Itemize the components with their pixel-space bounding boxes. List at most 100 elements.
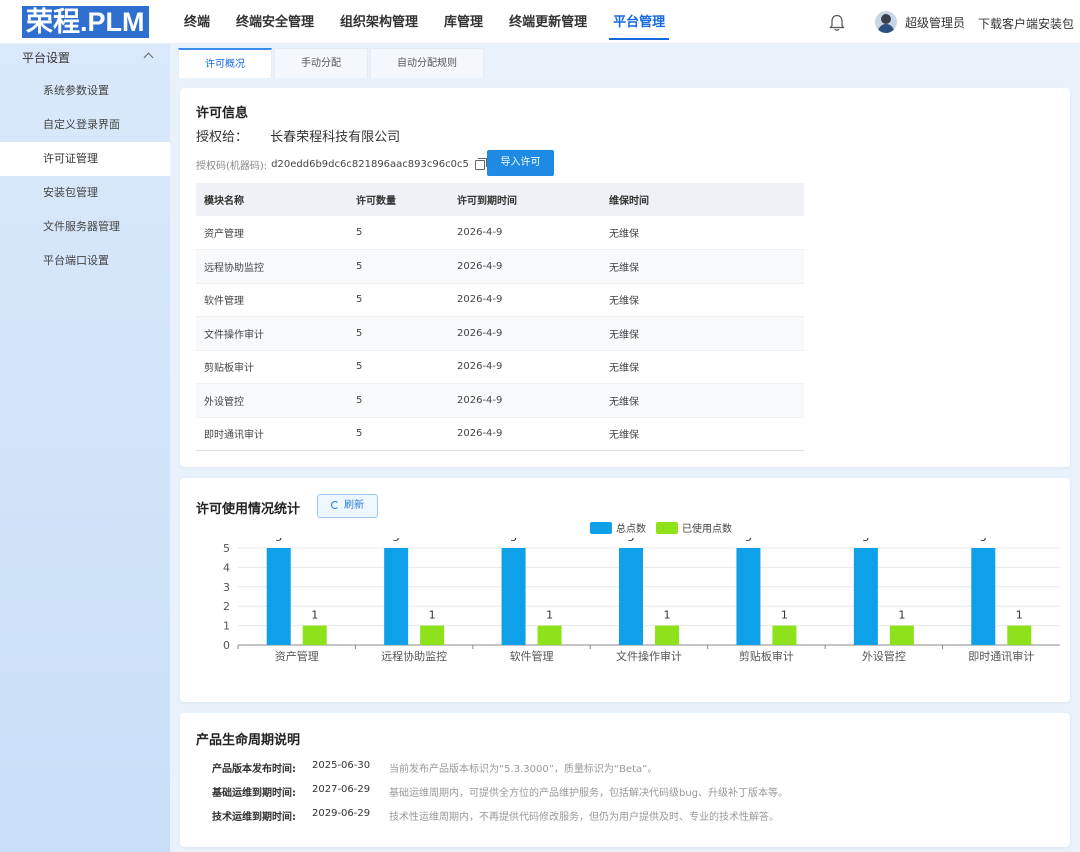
import-license-button[interactable]: 导入许可 bbox=[487, 150, 554, 176]
license-count-cell: 5 bbox=[348, 350, 449, 384]
maintenance-cell: 无维保 bbox=[601, 216, 804, 250]
nav-item-terminal-update[interactable]: 终端更新管理 bbox=[497, 0, 599, 44]
bar bbox=[736, 548, 761, 645]
bar bbox=[384, 548, 409, 645]
sidebar-group-platform-settings[interactable]: 平台设置 bbox=[0, 44, 170, 72]
bar bbox=[302, 625, 327, 645]
tab-license-overview[interactable]: 许可概况 bbox=[178, 48, 272, 78]
nav-item-terminal[interactable]: 终端 bbox=[172, 0, 222, 44]
bar-value-label: 5 bbox=[628, 538, 635, 544]
maintenance-cell: 无维保 bbox=[601, 316, 804, 351]
lifecycle-key: 基础运维到期时间: bbox=[212, 788, 296, 799]
bar bbox=[266, 548, 291, 645]
app-logo[interactable]: 荣程.PLM bbox=[22, 6, 149, 38]
tab-manual-assign[interactable]: 手动分配 bbox=[274, 48, 368, 78]
tab-auto-assign-rules[interactable]: 自动分配规则 bbox=[370, 48, 484, 78]
authorized-to-value: 长春荣程科技有限公司 bbox=[270, 130, 401, 145]
expiry-date-cell: 2026-4-9 bbox=[449, 417, 601, 451]
bar-value-label: 1 bbox=[898, 609, 905, 622]
bell-icon[interactable] bbox=[829, 14, 845, 32]
y-tick-label: 0 bbox=[223, 639, 230, 652]
copy-icon[interactable] bbox=[474, 157, 487, 170]
bar-value-label: 5 bbox=[745, 538, 752, 544]
legend-item[interactable]: 已使用点数 bbox=[656, 520, 732, 535]
bar-value-label: 5 bbox=[980, 538, 987, 544]
bar bbox=[971, 548, 996, 645]
nav-item-terminal-security[interactable]: 终端安全管理 bbox=[224, 0, 326, 44]
bar bbox=[772, 625, 797, 645]
bar-value-label: 5 bbox=[510, 538, 517, 544]
y-tick-label: 1 bbox=[223, 620, 230, 633]
bar bbox=[655, 625, 679, 645]
bar-value-label: 5 bbox=[862, 538, 869, 544]
bar-value-label: 1 bbox=[311, 609, 318, 622]
maintenance-cell: 无维保 bbox=[601, 283, 804, 317]
lifecycle-row: 技术运维到期时间: 2029-06-29 技术性运维周期内，不再提供代码修改服务… bbox=[212, 808, 779, 823]
refresh-button[interactable]: 刷新 bbox=[317, 494, 378, 518]
lifecycle-key: 技术运维到期时间: bbox=[212, 812, 296, 823]
bar-value-label: 1 bbox=[664, 609, 671, 622]
column-header: 许可到期时间 bbox=[449, 183, 601, 216]
legend-label: 已使用点数 bbox=[682, 524, 732, 535]
x-category-label: 文件操作审计 bbox=[616, 649, 682, 663]
chevron-up-icon bbox=[143, 52, 154, 63]
refresh-icon bbox=[331, 501, 339, 509]
lifecycle-text: 技术性运维周期内，不再提供代码修改服务，但仍为用户提供及时、专业的技术性解答。 bbox=[389, 812, 779, 823]
main-nav: 终端 终端安全管理 组织架构管理 库管理 终端更新管理 平台管理 bbox=[172, 0, 679, 44]
expiry-date-cell: 2026-4-9 bbox=[449, 383, 601, 418]
module-name-cell: 外设管控 bbox=[196, 383, 348, 418]
maintenance-cell: 无维保 bbox=[601, 249, 804, 284]
y-tick-label: 2 bbox=[223, 600, 230, 613]
lifecycle-date: 2027-06-29 bbox=[312, 784, 371, 795]
sidebar-group-label: 平台设置 bbox=[22, 51, 71, 65]
sidebar-item-custom-login[interactable]: 自定义登录界面 bbox=[0, 108, 170, 142]
module-name-cell: 剪贴板审计 bbox=[196, 350, 348, 384]
bar bbox=[1007, 625, 1032, 645]
legend-label: 总点数 bbox=[616, 524, 646, 535]
license-count-cell: 5 bbox=[348, 383, 449, 418]
license-usage-title: 许可使用情况统计 bbox=[196, 502, 301, 517]
nav-item-platform[interactable]: 平台管理 bbox=[601, 0, 677, 44]
maintenance-cell: 无维保 bbox=[601, 417, 804, 451]
expiry-date-cell: 2026-4-9 bbox=[449, 249, 601, 284]
module-name-cell: 文件操作审计 bbox=[196, 316, 348, 351]
nav-item-library[interactable]: 库管理 bbox=[432, 0, 495, 44]
expiry-date-cell: 2026-4-9 bbox=[449, 283, 601, 317]
module-name-cell: 远程协助监控 bbox=[196, 249, 348, 284]
nav-item-org-structure[interactable]: 组织架构管理 bbox=[328, 0, 430, 44]
expiry-date-cell: 2026-4-9 bbox=[449, 350, 601, 384]
module-name-cell: 软件管理 bbox=[196, 283, 348, 317]
maintenance-cell: 无维保 bbox=[601, 350, 804, 384]
sidebar-item-install-package[interactable]: 安装包管理 bbox=[0, 176, 170, 210]
bar bbox=[501, 548, 526, 645]
sidebar-item-file-server[interactable]: 文件服务器管理 bbox=[0, 210, 170, 244]
bar-value-label: 5 bbox=[275, 538, 282, 544]
x-category-label: 远程协助监控 bbox=[381, 649, 447, 663]
bar bbox=[420, 625, 445, 645]
download-client-link[interactable]: 下载客户端安装包 bbox=[978, 15, 1074, 32]
sidebar-item-platform-port[interactable]: 平台端口设置 bbox=[0, 244, 170, 278]
table-row: 文件操作审计 5 2026-4-9 无维保 bbox=[196, 316, 804, 351]
bar bbox=[853, 548, 878, 645]
legend-swatch bbox=[656, 521, 678, 534]
license-count-cell: 5 bbox=[348, 249, 449, 284]
x-category-label: 外设管控 bbox=[862, 649, 906, 663]
column-header: 许可数量 bbox=[348, 183, 449, 216]
table-row: 外设管控 5 2026-4-9 无维保 bbox=[196, 383, 804, 418]
x-category-label: 资产管理 bbox=[275, 649, 319, 663]
bar-value-label: 1 bbox=[429, 609, 436, 622]
legend-swatch bbox=[590, 521, 612, 534]
legend-item[interactable]: 总点数 bbox=[590, 520, 646, 535]
bar-value-label: 1 bbox=[781, 609, 788, 622]
sidebar-item-system-params[interactable]: 系统参数设置 bbox=[0, 74, 170, 108]
sidebar-item-license[interactable]: 许可证管理 bbox=[0, 142, 170, 176]
user-menu[interactable]: 超级管理员 bbox=[875, 11, 965, 33]
authorized-to-label: 授权给： bbox=[196, 130, 249, 145]
bar bbox=[619, 548, 643, 645]
lifecycle-date: 2025-06-30 bbox=[312, 760, 371, 771]
chart-legend: 总点数 已使用点数 bbox=[590, 520, 742, 535]
bar bbox=[537, 625, 562, 645]
lifecycle-key: 产品版本发布时间: bbox=[212, 764, 296, 775]
table-row: 远程协助监控 5 2026-4-9 无维保 bbox=[196, 249, 804, 284]
module-name-cell: 资产管理 bbox=[196, 216, 348, 250]
